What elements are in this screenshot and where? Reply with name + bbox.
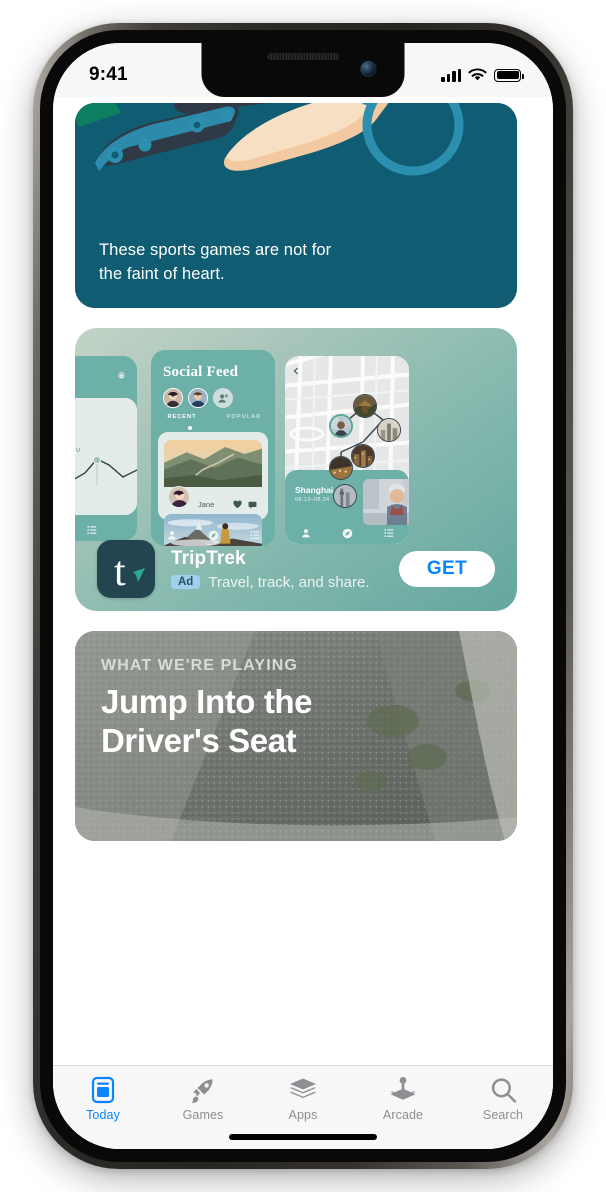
post-author-avatar[interactable]: [168, 486, 190, 508]
activity-sparkline: [75, 455, 137, 485]
avatar-photo-jane: [169, 487, 189, 507]
home-indicator[interactable]: [229, 1134, 377, 1140]
profile-pane-body: OUT YOU hotos: [75, 398, 137, 515]
tab-apps-icon-wrap: [289, 1076, 317, 1104]
battery-full-icon: [494, 68, 524, 82]
wifi-icon: [468, 68, 487, 81]
app-pane-social-feed: Social Feed RECENT POPULAR Jane: [151, 350, 275, 546]
tab-search-icon-wrap: [490, 1076, 517, 1104]
tab-search-label: Search: [482, 1108, 524, 1122]
tab-apps[interactable]: Apps: [253, 1076, 353, 1122]
ad-subtitle-row: Ad Travel, track, and share.: [171, 574, 399, 591]
phone-screen: These sports games are not for the faint…: [53, 43, 553, 1149]
tab-today[interactable]: Today: [53, 1076, 153, 1122]
today-card-icon: [91, 1076, 115, 1104]
playing-title: Jump Into the Driver's Seat: [101, 683, 313, 760]
feed-filter-tabs: RECENT POPULAR: [151, 414, 275, 420]
magnifier-icon: [491, 1078, 516, 1103]
front-camera-icon: [360, 61, 377, 77]
what-were-playing-card[interactable]: WHAT WE'RE PLAYING Jump Into the Driver'…: [75, 631, 517, 841]
post-author-name: Jane: [198, 499, 215, 509]
social-feed-title: Social Feed: [163, 364, 239, 380]
map-pin-photo[interactable]: [329, 456, 353, 480]
add-friend-button[interactable]: [213, 388, 233, 408]
tab-popular[interactable]: POPULAR: [213, 414, 275, 420]
signal-bars-icon: [441, 68, 461, 82]
comment-icon[interactable]: [248, 500, 257, 509]
pin-photo-city-lights: [330, 457, 352, 479]
sports-caption-line-1: These sports games are not for: [99, 241, 332, 260]
gear-icon: [117, 371, 126, 380]
tab-indicator-dot: [188, 426, 193, 430]
pin-photo-tower: [334, 485, 356, 507]
playing-title-line-1: Jump Into the: [101, 683, 313, 720]
rocket-icon: [192, 1079, 213, 1104]
tab-games-icon-wrap: [190, 1076, 216, 1104]
device-bezel: These sports games are not for the faint…: [40, 30, 566, 1162]
app-name: TripTrek: [171, 547, 246, 569]
app-pane-trip-map: Shanghai 08.13–08.24 ···: [285, 356, 409, 544]
iphone-device-frame: These sports games are not for the faint…: [33, 23, 573, 1169]
app-screenshot-collage: OUT YOU hotos: [75, 350, 517, 546]
tab-games[interactable]: Games: [153, 1076, 253, 1122]
app-icon-triptrek[interactable]: t: [97, 540, 155, 598]
pin-photo-night-city: [352, 445, 374, 467]
map-pin-selected[interactable]: [329, 414, 353, 438]
avatar[interactable]: [188, 388, 208, 408]
status-bar-indicators: [441, 68, 524, 82]
trip-photo[interactable]: [363, 479, 409, 525]
post-photo-1: [164, 440, 262, 488]
get-button[interactable]: GET: [399, 551, 495, 587]
ad-app-info: TripTrek Ad Travel, track, and share.: [171, 548, 399, 591]
map-pin-photo[interactable]: [377, 418, 401, 442]
trip-photo-street: [363, 479, 409, 525]
heart-icon[interactable]: [233, 500, 242, 509]
joystick-icon: [390, 1077, 416, 1100]
ad-app-row: t TripTrek Ad Travel, track, and share.: [75, 527, 517, 611]
pin-photo-skyline: [378, 419, 400, 441]
app-pane-profile: OUT YOU hotos: [75, 356, 137, 541]
triptrek-logo-icon: t: [114, 549, 145, 595]
playing-title-line-2: Driver's Seat: [101, 721, 297, 759]
tab-search[interactable]: Search: [453, 1076, 553, 1122]
feed-post-list: Jane: [158, 432, 268, 546]
status-bar-time: 9:41: [89, 64, 128, 85]
app-icon-letter: t: [114, 549, 126, 595]
sports-editorial-card[interactable]: These sports games are not for the faint…: [75, 103, 517, 308]
screenshot-root: These sports games are not for the faint…: [0, 0, 606, 1192]
stack-icon: [290, 1078, 316, 1098]
trip-city-name: Shanghai: [295, 485, 334, 495]
device-notch: [201, 43, 405, 97]
tab-arcade[interactable]: Arcade: [353, 1076, 453, 1122]
app-store-today-scroll[interactable]: These sports games are not for the faint…: [53, 43, 553, 1149]
tab-apps-label: Apps: [288, 1108, 318, 1122]
avatar[interactable]: [163, 388, 183, 408]
avatar-photo-1: [164, 389, 182, 407]
app-tagline: Travel, track, and share.: [208, 573, 370, 591]
trip-date-range: 08.13–08.24: [295, 497, 330, 503]
ad-badge: Ad: [171, 575, 201, 589]
map-pin-photo[interactable]: [333, 484, 357, 508]
sports-card-caption: These sports games are not for the faint…: [99, 239, 331, 286]
tab-today-label: Today: [86, 1108, 120, 1122]
tab-recent[interactable]: RECENT: [151, 414, 213, 420]
chevron-left-icon[interactable]: [292, 367, 300, 375]
playing-eyebrow: WHAT WE'RE PLAYING: [101, 657, 298, 674]
post-actions: [233, 500, 262, 509]
tab-arcade-label: Arcade: [382, 1108, 424, 1122]
earpiece-speaker: [267, 53, 339, 60]
pin-photo-temple: [354, 395, 376, 417]
triptrek-ad-card[interactable]: OUT YOU hotos: [75, 328, 517, 611]
friend-avatars: [163, 388, 233, 408]
tab-today-icon-wrap: [90, 1076, 116, 1104]
map-pin-photo[interactable]: [353, 394, 377, 418]
add-person-icon: [217, 393, 228, 403]
tab-arcade-icon-wrap: [389, 1076, 417, 1104]
avatar-photo-2: [189, 389, 207, 407]
map-pin-photo[interactable]: [351, 444, 375, 468]
feed-post[interactable]: Jane: [164, 440, 262, 514]
tab-games-label: Games: [182, 1108, 224, 1122]
pin-photo-selfie: [331, 416, 351, 436]
sports-caption-line-2: the faint of heart.: [99, 264, 225, 283]
